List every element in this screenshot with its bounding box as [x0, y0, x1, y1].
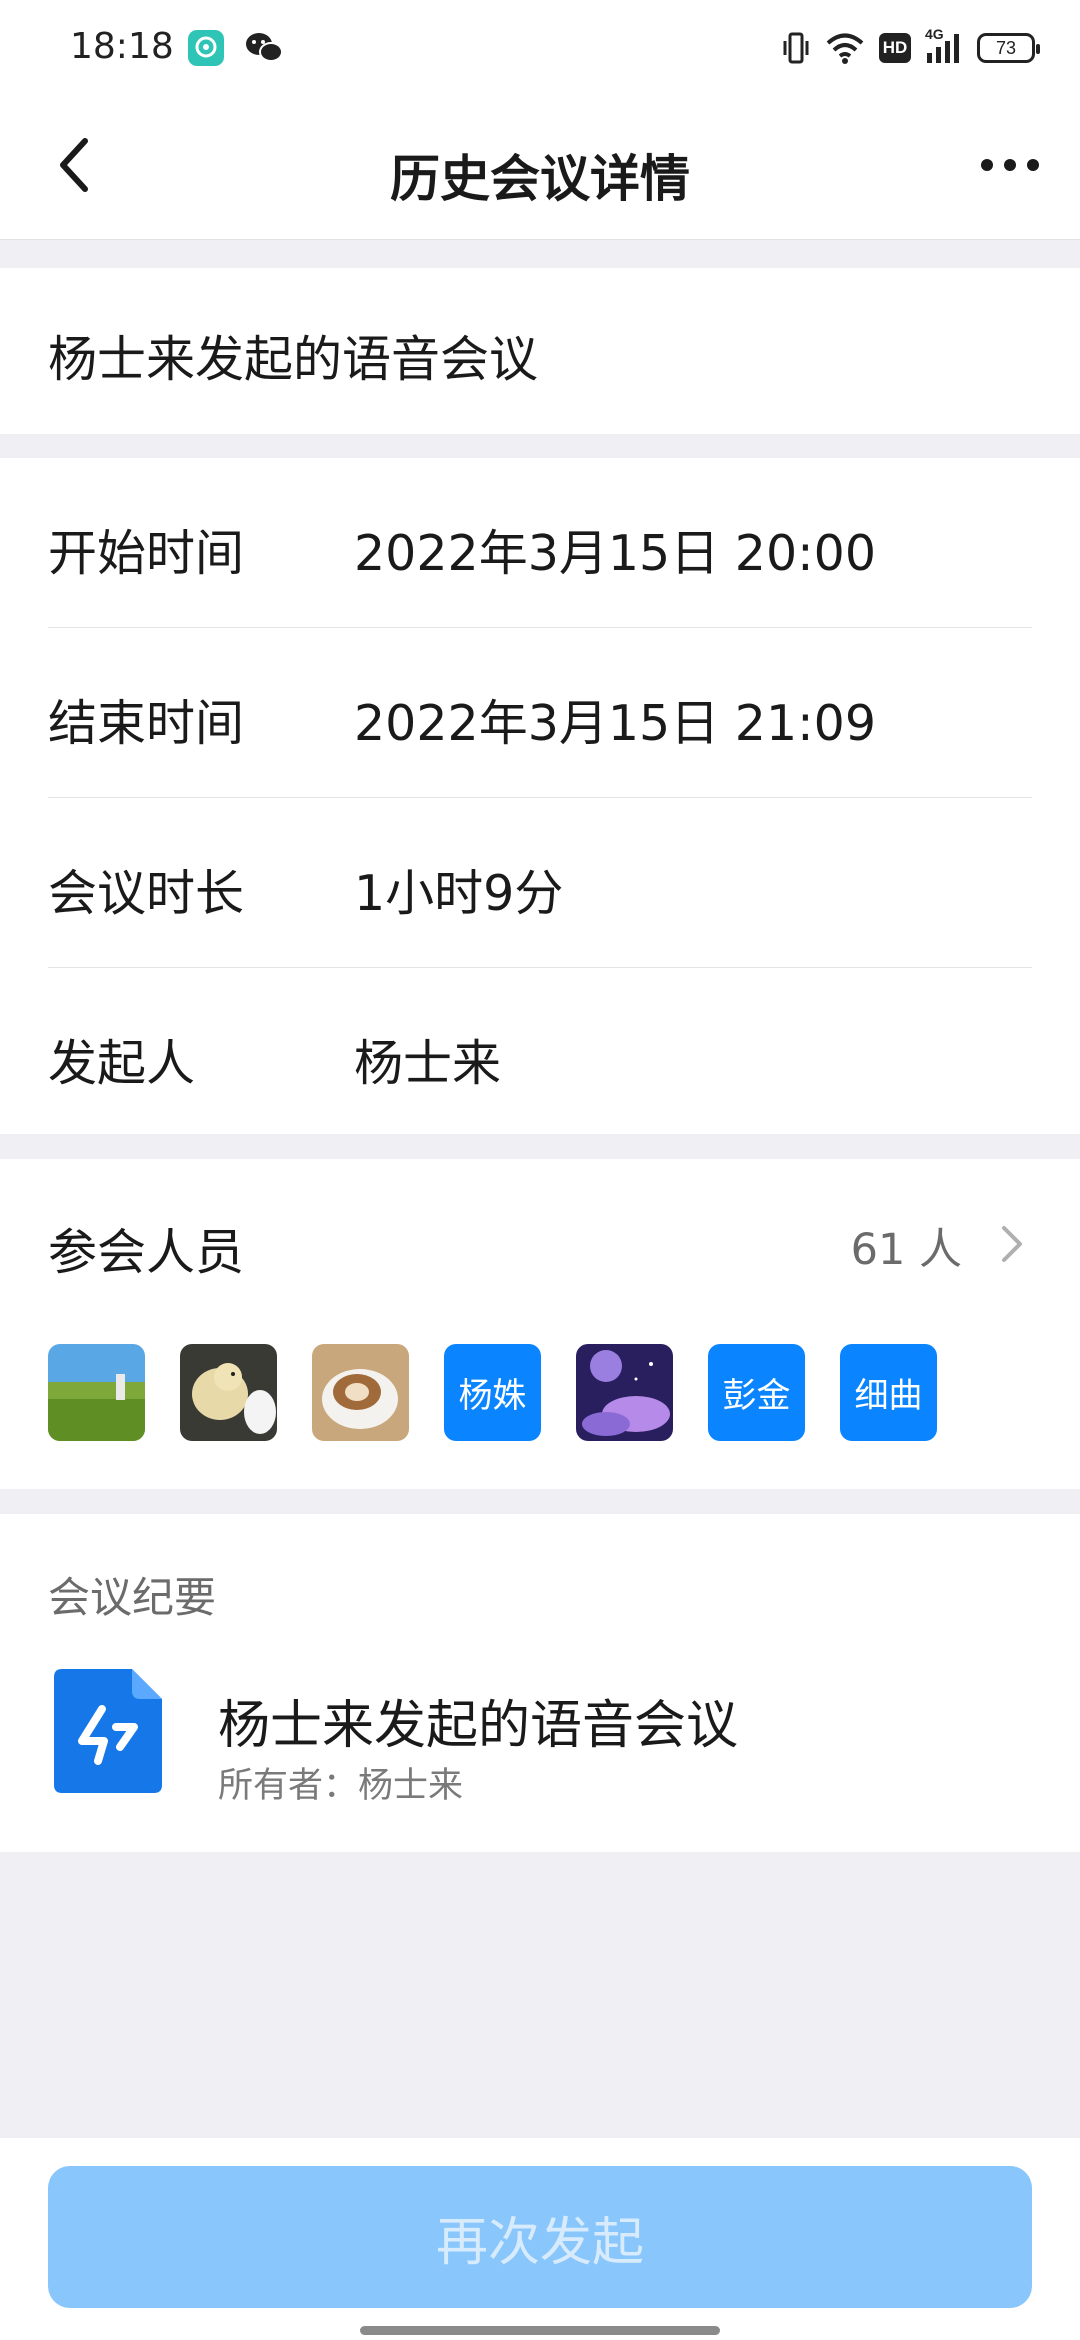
meeting-title: 杨士来发起的语音会议	[48, 331, 539, 388]
network-label: 4G	[925, 26, 944, 42]
avatar-coffee-photo[interactable]	[312, 1344, 409, 1441]
meeting-details-card: 开始时间 2022年3月15日 20:00 结束时间 2022年3月15日 21…	[0, 458, 1080, 1134]
document-title: 杨士来发起的语音会议	[218, 1696, 739, 1756]
attendees-title: 参会人员	[48, 1224, 245, 1281]
avatar-text[interactable]: 彭金	[708, 1344, 805, 1441]
attendees-header[interactable]: 参会人员 61 人	[48, 1199, 1032, 1299]
avatar-night-sky-photo[interactable]	[576, 1344, 673, 1441]
status-bar: 18:18 HD 4G 73	[0, 0, 1080, 95]
battery-level: 73	[995, 37, 1017, 58]
bottom-action-bar: 再次发起	[0, 2138, 1080, 2340]
detail-label: 结束时间	[48, 695, 245, 752]
battery-icon: 73	[977, 33, 1040, 63]
chevron-right-icon	[992, 1219, 1032, 1269]
avatar-chick-photo[interactable]	[180, 1344, 277, 1441]
wechat-icon	[244, 30, 283, 66]
vibrate-icon	[781, 30, 811, 66]
screen: 18:18 HD 4G 73 历史会议详情 杨士来发起的语音会议 开始时间 20…	[0, 0, 1080, 2340]
more-dots-icon	[981, 159, 1039, 171]
detail-value: 2022年3月15日 20:00	[354, 525, 877, 582]
notes-document[interactable]: 杨士来发起的语音会议 所有者：杨士来	[0, 1669, 1080, 1829]
status-icons: HD 4G 73	[781, 26, 1040, 68]
attendees-count: 61 人	[850, 1225, 962, 1275]
page-title: 历史会议详情	[390, 150, 690, 208]
detail-label: 会议时长	[48, 865, 245, 922]
avatar-text[interactable]: 细曲	[840, 1344, 937, 1441]
document-owner: 所有者：杨士来	[218, 1766, 464, 1806]
detail-row-initiator: 发起人 杨士来	[48, 968, 1032, 1138]
attendees-card: 参会人员 61 人 杨姝 彭金 细曲	[0, 1159, 1080, 1489]
detail-label: 开始时间	[48, 525, 245, 582]
detail-row-start-time: 开始时间 2022年3月15日 20:00	[48, 458, 1032, 628]
home-indicator[interactable]	[360, 2326, 720, 2335]
detail-row-duration: 会议时长 1小时9分	[48, 798, 1032, 968]
meeting-notes-card: 会议纪要 杨士来发起的语音会议 所有者：杨士来	[0, 1514, 1080, 1852]
detail-row-end-time: 结束时间 2022年3月15日 21:09	[48, 628, 1032, 798]
hd-icon: HD	[879, 33, 911, 63]
avatar-text[interactable]: 杨姝	[444, 1344, 541, 1441]
app-notification-icon	[188, 30, 224, 66]
detail-value: 1小时9分	[354, 865, 564, 922]
avatar-field-photo[interactable]	[48, 1344, 145, 1441]
more-button[interactable]	[970, 130, 1050, 200]
detail-value: 杨士来	[354, 1035, 502, 1092]
detail-label: 发起人	[48, 1035, 196, 1092]
status-time: 18:18	[70, 26, 174, 67]
detail-value: 2022年3月15日 21:09	[354, 695, 877, 752]
notes-section-label: 会议纪要	[48, 1573, 217, 1622]
document-icon	[54, 1669, 162, 1793]
wifi-icon	[825, 30, 865, 66]
restart-meeting-button[interactable]: 再次发起	[48, 2166, 1032, 2308]
signal-icon: 4G	[925, 26, 963, 66]
meeting-title-card: 杨士来发起的语音会议	[0, 268, 1080, 434]
nav-bar: 历史会议详情	[0, 95, 1080, 240]
